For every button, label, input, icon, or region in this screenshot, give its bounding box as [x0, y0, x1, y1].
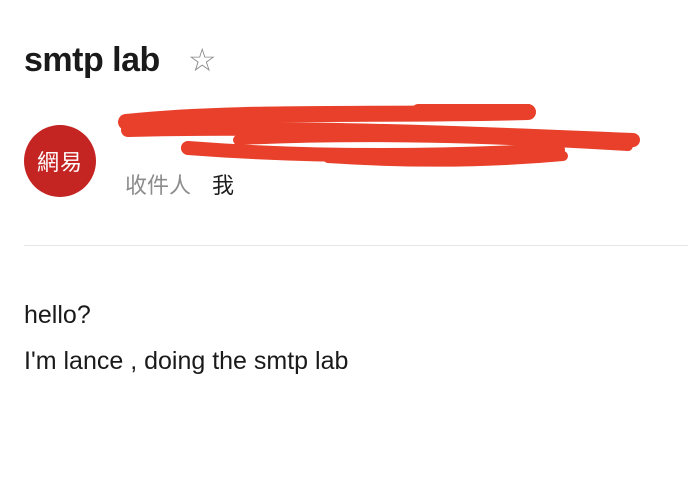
- body-line: I'm lance , doing the smtp lab: [24, 347, 349, 375]
- recipient-value[interactable]: 我: [212, 174, 234, 199]
- redaction-scribble: [118, 104, 640, 167]
- recipient-row: 收件人 我: [125, 173, 234, 201]
- email-subject: smtp lab: [24, 41, 160, 79]
- email-body: hello? I'm lance , doing the smtp lab: [24, 292, 348, 384]
- recipient-label: 收件人: [125, 174, 192, 199]
- avatar-label: 網易: [36, 151, 83, 176]
- sender-avatar[interactable]: 網易: [24, 125, 96, 197]
- sender-info: [118, 104, 648, 168]
- header-divider: [24, 245, 688, 246]
- body-line: hello?: [24, 301, 91, 329]
- subject-row: smtp lab ☆: [24, 38, 217, 82]
- star-icon[interactable]: ☆: [188, 38, 217, 82]
- email-view: smtp lab ☆ 網易 收件人 我 hello? I'm lance , d…: [0, 0, 688, 480]
